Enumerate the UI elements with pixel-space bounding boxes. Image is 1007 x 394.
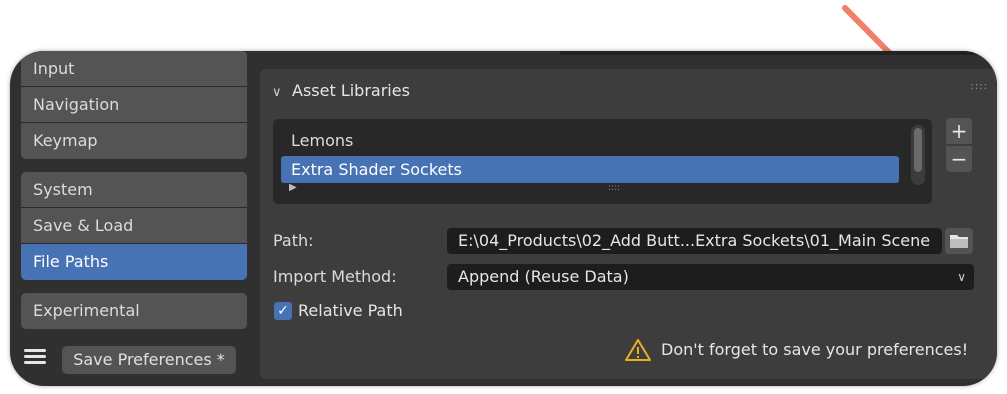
sidebar-item-file-paths[interactable]: File Paths [21, 244, 247, 280]
sidebar-group-experimental: Experimental [21, 293, 247, 329]
sidebar-group-input: Input Navigation Keymap [21, 51, 247, 159]
relative-path-checkbox[interactable]: ✓ [274, 302, 292, 320]
sidebar-item-input[interactable]: Input [21, 51, 247, 87]
add-library-button[interactable]: + [946, 118, 972, 144]
sidebar-item-navigation[interactable]: Navigation [21, 87, 247, 123]
preferences-window: Input Navigation Keymap System Save & Lo… [10, 51, 997, 386]
warning-icon [625, 339, 651, 361]
chevron-down-icon: ∨ [957, 270, 966, 284]
path-label: Path: [273, 231, 314, 250]
list-item-extra-shader-sockets[interactable]: Extra Shader Sockets [281, 156, 899, 183]
import-method-value: Append (Reuse Data) [458, 267, 629, 286]
panel-header[interactable]: ∨ Asset Libraries [272, 80, 410, 102]
sidebar-group-system: System Save & Load File Paths [21, 172, 247, 280]
panel-title: Asset Libraries [292, 81, 410, 100]
warning-text: Don't forget to save your preferences! [661, 340, 969, 359]
previous-panel-edge [560, 51, 997, 55]
hamburger-menu-icon[interactable] [24, 346, 46, 368]
sidebar-item-save-load[interactable]: Save & Load [21, 208, 247, 244]
library-list: Lemons Extra Shader Sockets ▶ :::: [273, 119, 932, 204]
path-field[interactable]: E:\04_Products\02_Add Butt...Extra Socke… [447, 228, 942, 254]
import-method-label: Import Method: [273, 267, 397, 286]
sidebar-item-experimental[interactable]: Experimental [21, 293, 247, 329]
save-preferences-button[interactable]: Save Preferences * [62, 346, 236, 374]
folder-icon[interactable] [945, 228, 973, 254]
play-right-icon[interactable]: ▶ [289, 182, 297, 193]
list-item-lemons[interactable]: Lemons [281, 127, 899, 154]
import-method-dropdown[interactable]: Append (Reuse Data) ∨ [447, 264, 974, 290]
relative-path-label[interactable]: Relative Path [298, 299, 403, 323]
asset-libraries-panel: ∨ Asset Libraries :::: Lemons Extra Shade… [260, 69, 997, 379]
remove-library-button[interactable]: − [946, 146, 972, 172]
sidebar-item-system[interactable]: System [21, 172, 247, 208]
drag-handle-icon[interactable]: :::: [971, 81, 988, 92]
chevron-down-icon: ∨ [272, 85, 282, 100]
resize-grip-icon[interactable]: :::: [608, 183, 620, 193]
list-scrollbar[interactable] [911, 125, 925, 185]
sidebar-item-keymap[interactable]: Keymap [21, 123, 247, 159]
